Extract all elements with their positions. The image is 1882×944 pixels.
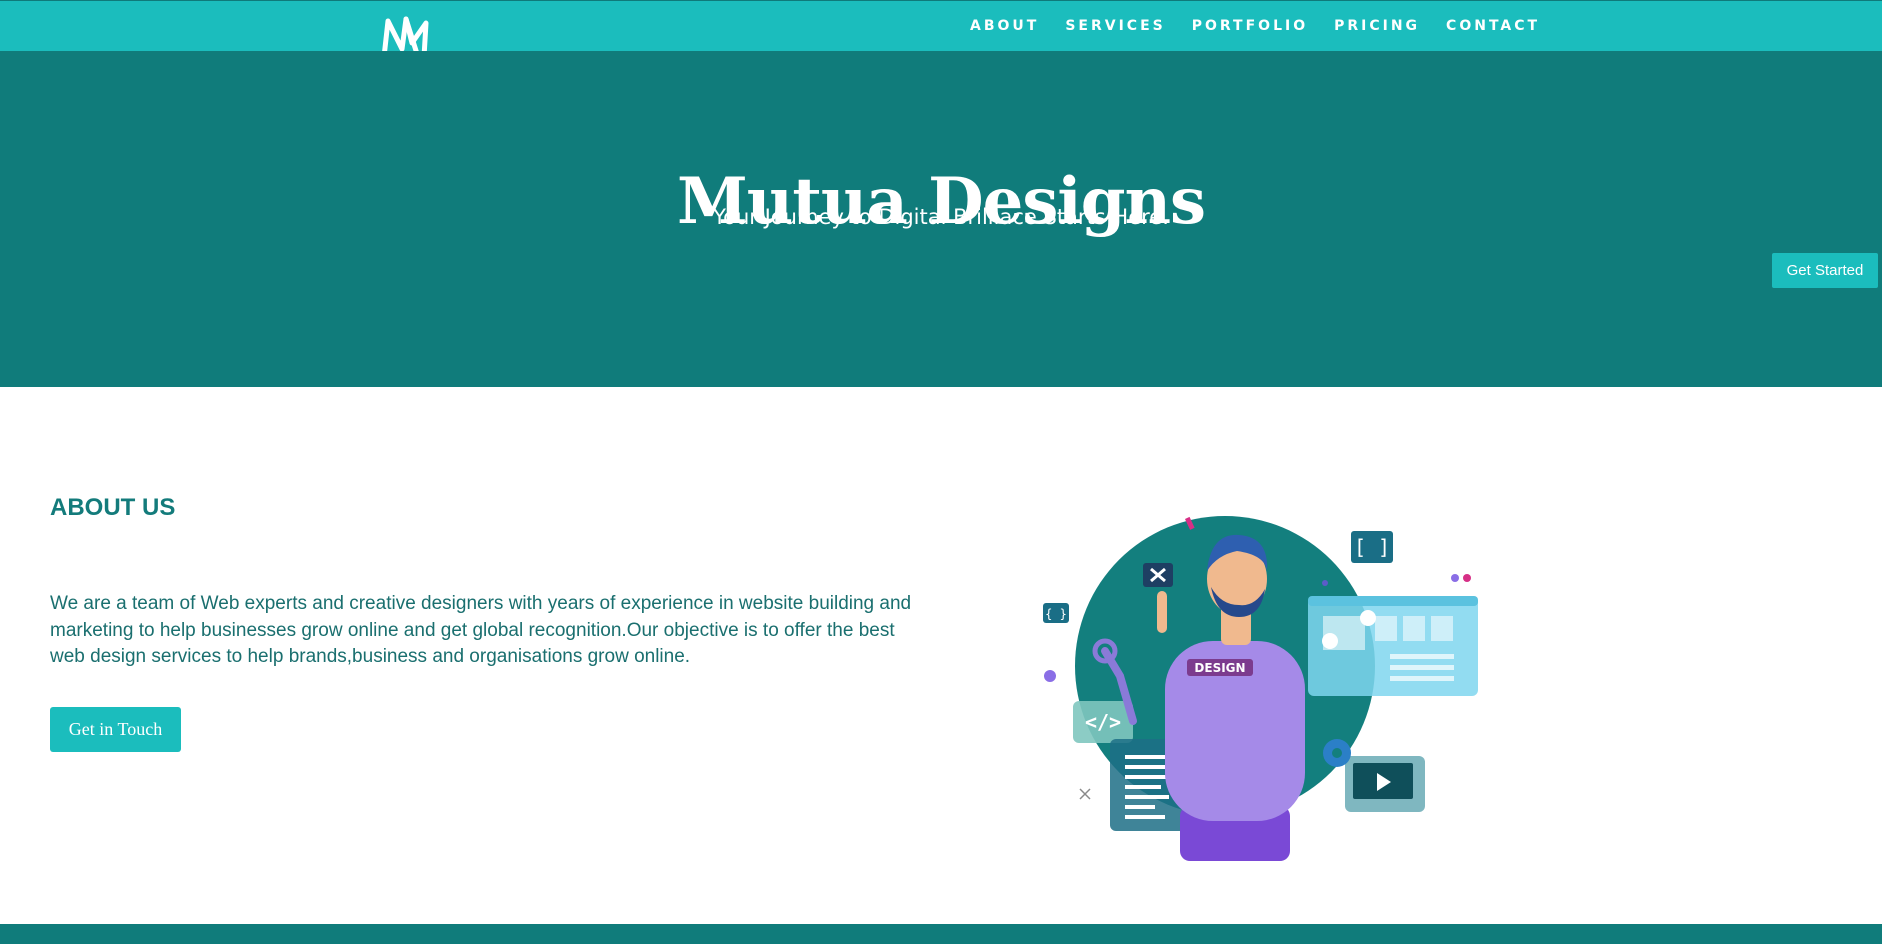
about-text: We are a team of Web experts and creativ…	[50, 593, 912, 667]
about-heading: ABOUT US	[50, 494, 176, 521]
get-in-touch-button[interactable]: Get in Touch	[50, 707, 181, 752]
design-badge-text: DESIGN	[1194, 661, 1245, 675]
nav-link-portfolio[interactable]: PORTFOLIO	[1192, 18, 1308, 34]
nav-link-about[interactable]: ABOUT	[970, 18, 1039, 34]
footer-bar	[0, 924, 1882, 944]
hero-section: Mutua Designs Your Journey to Digital Br…	[0, 51, 1882, 387]
about-section: ABOUT US We are a team of Web experts an…	[0, 387, 1882, 924]
svg-text:</>: </>	[1085, 710, 1121, 734]
svg-text:[ ]: [ ]	[1354, 535, 1390, 559]
nav-link-services[interactable]: SERVICES	[1065, 18, 1165, 34]
get-started-button[interactable]: Get Started	[1772, 253, 1878, 288]
web-designer-illustration-icon: { } [ ] </> DESIGN	[1025, 511, 1485, 861]
nav-link-pricing[interactable]: PRICING	[1334, 18, 1420, 34]
main-nav: ABOUT SERVICES PORTFOLIO PRICING CONTACT	[970, 18, 1566, 34]
hero-subtitle: Your Journey to Digital Brilliace Starts…	[713, 205, 1169, 229]
svg-text:{ }: { }	[1045, 607, 1067, 621]
navbar: ABOUT SERVICES PORTFOLIO PRICING CONTACT	[0, 0, 1882, 60]
nav-link-contact[interactable]: CONTACT	[1446, 18, 1540, 34]
